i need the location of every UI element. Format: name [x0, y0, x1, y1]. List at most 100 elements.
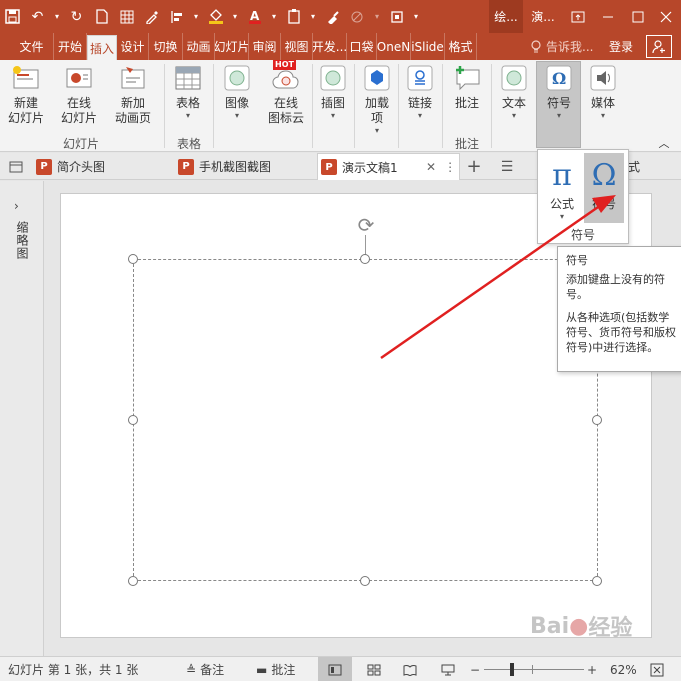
fit-to-window-icon[interactable] — [650, 657, 664, 681]
window-mode-label[interactable]: 窗口模式 — [624, 153, 681, 180]
symbol-menu-item[interactable]: Ω 符号 — [584, 153, 624, 223]
document-tab[interactable]: P 手机截图截图 — [176, 153, 316, 180]
undo-icon[interactable]: ↶ — [25, 0, 50, 33]
image-label: 图像 — [224, 96, 249, 110]
svg-text:A: A — [250, 9, 260, 23]
new-tab-icon[interactable]: + — [462, 153, 486, 180]
tab-0[interactable]: 文件 — [10, 33, 54, 60]
thumbnail-panel: › 缩略图 — [0, 181, 44, 656]
tab-menu-icon[interactable]: ⋮ — [444, 160, 456, 174]
link-button[interactable]: 链接 ▾ — [400, 63, 440, 121]
disabled-tool-dropdown-icon[interactable]: ▾ — [370, 0, 384, 33]
tell-me-search[interactable]: 告诉我... — [530, 33, 593, 60]
redo-icon[interactable]: ↻ — [64, 0, 89, 33]
zoom-slider[interactable] — [484, 657, 584, 681]
font-color-icon[interactable]: A — [242, 0, 267, 33]
resize-handle-right[interactable] — [592, 415, 602, 425]
tab-3[interactable]: 设计 — [117, 33, 149, 60]
tab-9[interactable]: 开发... — [313, 33, 347, 60]
document-tab-active[interactable]: P 演示文稿1 ✕ ⋮ — [317, 153, 460, 180]
online-icon-cloud-button[interactable]: HOT 在线 图标云 — [262, 60, 310, 126]
align-icon[interactable] — [164, 0, 189, 33]
tab-8[interactable]: 视图 — [281, 33, 313, 60]
resize-handle-bottom[interactable] — [360, 576, 370, 586]
tab-12[interactable]: iSlide — [411, 33, 445, 60]
ribbon-display-options-icon[interactable] — [563, 0, 593, 33]
media-dropdown-icon: ▾ — [600, 111, 605, 120]
save-icon[interactable] — [0, 0, 25, 33]
paste-icon[interactable] — [281, 0, 306, 33]
document-list-icon[interactable] — [4, 153, 28, 180]
zoom-slider-thumb[interactable] — [510, 663, 514, 676]
image-button[interactable]: 图像 ▾ — [217, 63, 257, 121]
ribbon: 新建 幻灯片 在线 幻灯片 新加 动画页 幻灯片 表格 ▾ 表格 图像 ▾ HO… — [0, 60, 681, 152]
paste-dropdown-icon[interactable]: ▾ — [306, 0, 320, 33]
reading-view-icon[interactable] — [398, 657, 422, 681]
formula-button[interactable]: π 公式 ▾ — [542, 153, 582, 223]
thumbnail-label[interactable]: 缩略图 — [14, 221, 31, 260]
format-painter-icon[interactable] — [320, 0, 345, 33]
align-dropdown-icon[interactable]: ▾ — [189, 0, 203, 33]
tab-6[interactable]: 幻灯片 — [215, 33, 249, 60]
window-title: 演... — [531, 10, 555, 24]
link-dropdown-icon: ▾ — [417, 111, 422, 120]
document-tab[interactable]: P 简介头图 — [34, 153, 174, 180]
font-color-dropdown-icon[interactable]: ▾ — [267, 0, 281, 33]
tab-1[interactable]: 开始 — [54, 33, 87, 60]
minimize-icon[interactable] — [593, 0, 623, 33]
text-button[interactable]: 文本 ▾ — [495, 63, 533, 121]
login-link[interactable]: 登录 — [609, 33, 633, 60]
tab-5[interactable]: 动画 — [183, 33, 215, 60]
zoom-in-icon[interactable]: + — [587, 657, 597, 681]
table-button[interactable]: 表格 ▾ — [168, 63, 208, 121]
tab-10[interactable]: 口袋 — [347, 33, 377, 60]
addin-button[interactable]: 加载 项 ▾ — [358, 63, 396, 136]
comments-button[interactable]: ▬ 批注 — [256, 657, 295, 681]
grid-icon[interactable] — [114, 0, 139, 33]
tab-11[interactable]: OneN — [377, 33, 411, 60]
tab-4[interactable]: 切换 — [149, 33, 183, 60]
new-document-icon[interactable] — [89, 0, 114, 33]
new-animation-page-button[interactable]: 新加 动画页 — [108, 63, 158, 126]
normal-view-icon[interactable] — [318, 657, 352, 681]
collapse-ribbon-icon[interactable]: ︿ — [656, 136, 672, 151]
lightbulb-icon — [531, 39, 541, 52]
title-placeholder[interactable] — [133, 259, 598, 581]
tab-13[interactable]: 格式 — [445, 33, 477, 60]
illustration-button[interactable]: 插图 ▾ — [314, 63, 352, 121]
customize-quick-access-icon[interactable]: ▾ — [409, 0, 423, 33]
tab-list-icon[interactable]: ☰ — [492, 153, 522, 180]
zoom-level[interactable]: 62% — [610, 657, 637, 681]
tab-7[interactable]: 审阅 — [249, 33, 281, 60]
close-tab-icon[interactable]: ✕ — [426, 160, 436, 174]
screenshot-icon[interactable] — [384, 0, 409, 33]
share-icon[interactable] — [646, 35, 672, 58]
symbol-button[interactable]: Ω 符号 ▾ — [537, 63, 581, 121]
resize-handle-left[interactable] — [128, 415, 138, 425]
resize-handle-bottom-left[interactable] — [128, 576, 138, 586]
slide-sorter-icon[interactable] — [362, 657, 386, 681]
rotate-handle-icon[interactable]: ⟳ — [355, 213, 377, 237]
disabled-tool-icon[interactable] — [345, 0, 370, 33]
resize-handle-bottom-right[interactable] — [592, 576, 602, 586]
close-icon[interactable] — [651, 0, 681, 33]
zoom-out-icon[interactable]: − — [470, 657, 480, 681]
online-slide-button[interactable]: 在线 幻灯片 — [54, 63, 104, 126]
tooltip-title: 符号 — [566, 254, 588, 267]
context-tab-drawing[interactable]: 绘... — [489, 0, 523, 33]
comment-button[interactable]: 批注 — [446, 63, 488, 111]
notes-button[interactable]: ≜ 备注 — [186, 657, 224, 681]
fill-dropdown-icon[interactable]: ▾ — [228, 0, 242, 33]
expand-panel-icon[interactable]: › — [14, 199, 19, 213]
undo-dropdown-icon[interactable]: ▾ — [50, 0, 64, 33]
resize-handle-top-left[interactable] — [128, 254, 138, 264]
slideshow-icon[interactable] — [436, 657, 460, 681]
maximize-icon[interactable] — [623, 0, 653, 33]
tab-2[interactable]: 插入 — [87, 35, 117, 60]
eyedropper-icon[interactable] — [139, 0, 164, 33]
fill-color-icon[interactable] — [203, 0, 228, 33]
media-button[interactable]: 媒体 ▾ — [583, 63, 623, 121]
resize-handle-top[interactable] — [360, 254, 370, 264]
new-slide-button[interactable]: 新建 幻灯片 — [4, 63, 48, 126]
table-dropdown-icon: ▾ — [185, 111, 190, 120]
